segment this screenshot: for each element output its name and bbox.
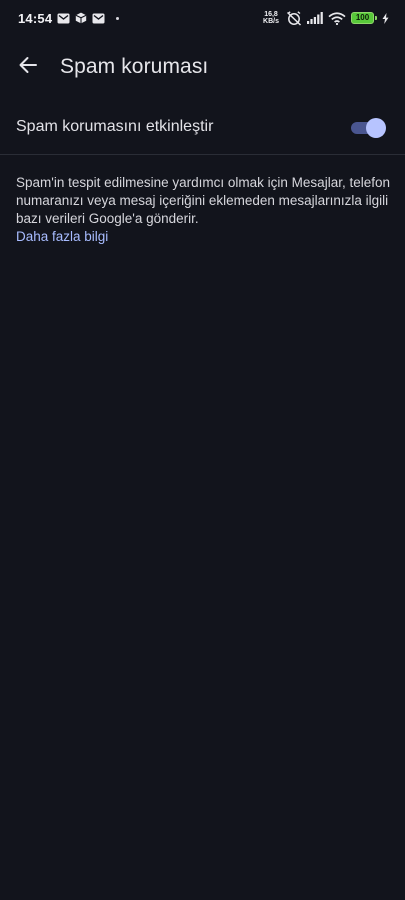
toggle-label: Spam korumasını etkinleştir [16, 118, 214, 135]
spam-protection-toggle-row[interactable]: Spam korumasını etkinleştir [0, 104, 405, 150]
status-bar-right: 16,8 KB/s 100 [263, 10, 389, 26]
alarm-off-icon [286, 10, 302, 26]
package-icon [75, 12, 87, 24]
description-text: Spam'in tespit edilmesine yardımcı olmak… [16, 175, 390, 226]
app-bar: Spam koruması [0, 44, 405, 90]
spam-protection-switch[interactable] [351, 117, 386, 138]
gmail-icon [92, 13, 105, 24]
net-speed-unit: KB/s [263, 18, 279, 25]
battery-level: 100 [355, 13, 370, 22]
gmail-icon [57, 13, 70, 24]
page-title: Spam koruması [60, 55, 209, 78]
net-speed: 16,8 KB/s [263, 11, 279, 25]
back-button[interactable] [0, 44, 56, 90]
charging-icon [382, 12, 389, 24]
switch-thumb [366, 118, 386, 138]
dot-icon [116, 16, 120, 20]
wifi-icon [328, 11, 346, 25]
battery-icon: 100 [351, 12, 377, 24]
description: Spam'in tespit edilmesine yardımcı olmak… [16, 174, 391, 246]
status-time: 14:54 [18, 10, 53, 26]
status-bar-left: 14:54 [18, 10, 120, 26]
arrow-back-icon [18, 55, 38, 80]
divider [0, 154, 405, 155]
signal-icon [307, 12, 323, 24]
learn-more-link[interactable]: Daha fazla bilgi [16, 228, 391, 246]
status-bar: 14:54 16,8 KB/s 100 [0, 0, 405, 36]
net-speed-value: 16,8 [264, 11, 278, 18]
